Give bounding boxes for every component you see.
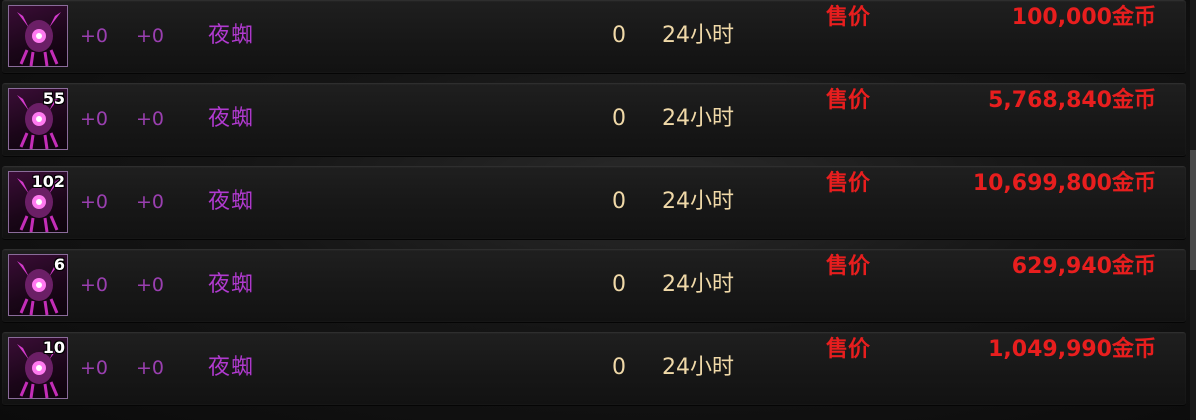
refine-level: +0 [136, 108, 165, 130]
price-value: 100,000金币 [1011, 5, 1156, 30]
remaining-time: 24小时 [662, 272, 734, 297]
refine-level: +0 [136, 25, 165, 47]
remaining-time: 24小时 [662, 23, 734, 48]
item-name: 夜蜘 [208, 355, 255, 380]
stack-count: 55 [42, 89, 65, 108]
bid-count: 0 [612, 23, 626, 48]
spider-mask-icon[interactable]: 55 [8, 88, 68, 150]
price-value: 10,699,800金币 [972, 171, 1156, 196]
price-label: 售价 [826, 337, 871, 362]
scroll-thumb[interactable] [1190, 150, 1196, 270]
price-value: 1,049,990金币 [988, 337, 1156, 362]
item-name: 夜蜘 [208, 272, 255, 297]
item-name: 夜蜘 [208, 189, 255, 214]
enhance-level: +0 [80, 108, 109, 130]
scrollbar[interactable] [1190, 0, 1196, 420]
listing-row[interactable]: 6 +0 +0 夜蜘 0 24小时 售价 629,940金币 [2, 249, 1186, 323]
stack-count: 6 [53, 255, 65, 274]
listing-row[interactable]: 102 +0 +0 夜蜘 0 24小时 售价 10,699,800金币 [2, 166, 1186, 240]
item-name: 夜蜘 [208, 106, 255, 131]
price-value: 629,940金币 [1011, 254, 1156, 279]
spider-mask-icon[interactable]: 10 [8, 337, 68, 399]
remaining-time: 24小时 [662, 189, 734, 214]
refine-level: +0 [136, 191, 165, 213]
remaining-time: 24小时 [662, 355, 734, 380]
price-label: 售价 [826, 5, 871, 30]
price-label: 售价 [826, 171, 871, 196]
spider-mask-icon[interactable] [8, 5, 68, 67]
listing-row[interactable]: +0 +0 夜蜘 0 24小时 售价 100,000金币 [2, 0, 1186, 74]
stack-count: 102 [31, 172, 65, 191]
price-label: 售价 [826, 254, 871, 279]
listing-row[interactable]: 55 +0 +0 夜蜘 0 24小时 售价 5,768,840金币 [2, 83, 1186, 157]
spider-mask-icon[interactable]: 102 [8, 171, 68, 233]
auction-listing-panel: +0 +0 夜蜘 0 24小时 售价 100,000金币 55 +0 +0 夜蜘… [0, 0, 1196, 420]
price-value: 5,768,840金币 [988, 88, 1156, 113]
bid-count: 0 [612, 272, 626, 297]
bid-count: 0 [612, 355, 626, 380]
bid-count: 0 [612, 106, 626, 131]
bid-count: 0 [612, 189, 626, 214]
item-name: 夜蜘 [208, 23, 255, 48]
remaining-time: 24小时 [662, 106, 734, 131]
enhance-level: +0 [80, 357, 109, 379]
refine-level: +0 [136, 357, 165, 379]
refine-level: +0 [136, 274, 165, 296]
listing-row[interactable]: 10 +0 +0 夜蜘 0 24小时 售价 1,049,990金币 [2, 332, 1186, 406]
stack-count: 10 [42, 338, 65, 357]
price-label: 售价 [826, 88, 871, 113]
enhance-level: +0 [80, 191, 109, 213]
spider-mask-icon[interactable]: 6 [8, 254, 68, 316]
enhance-level: +0 [80, 25, 109, 47]
enhance-level: +0 [80, 274, 109, 296]
